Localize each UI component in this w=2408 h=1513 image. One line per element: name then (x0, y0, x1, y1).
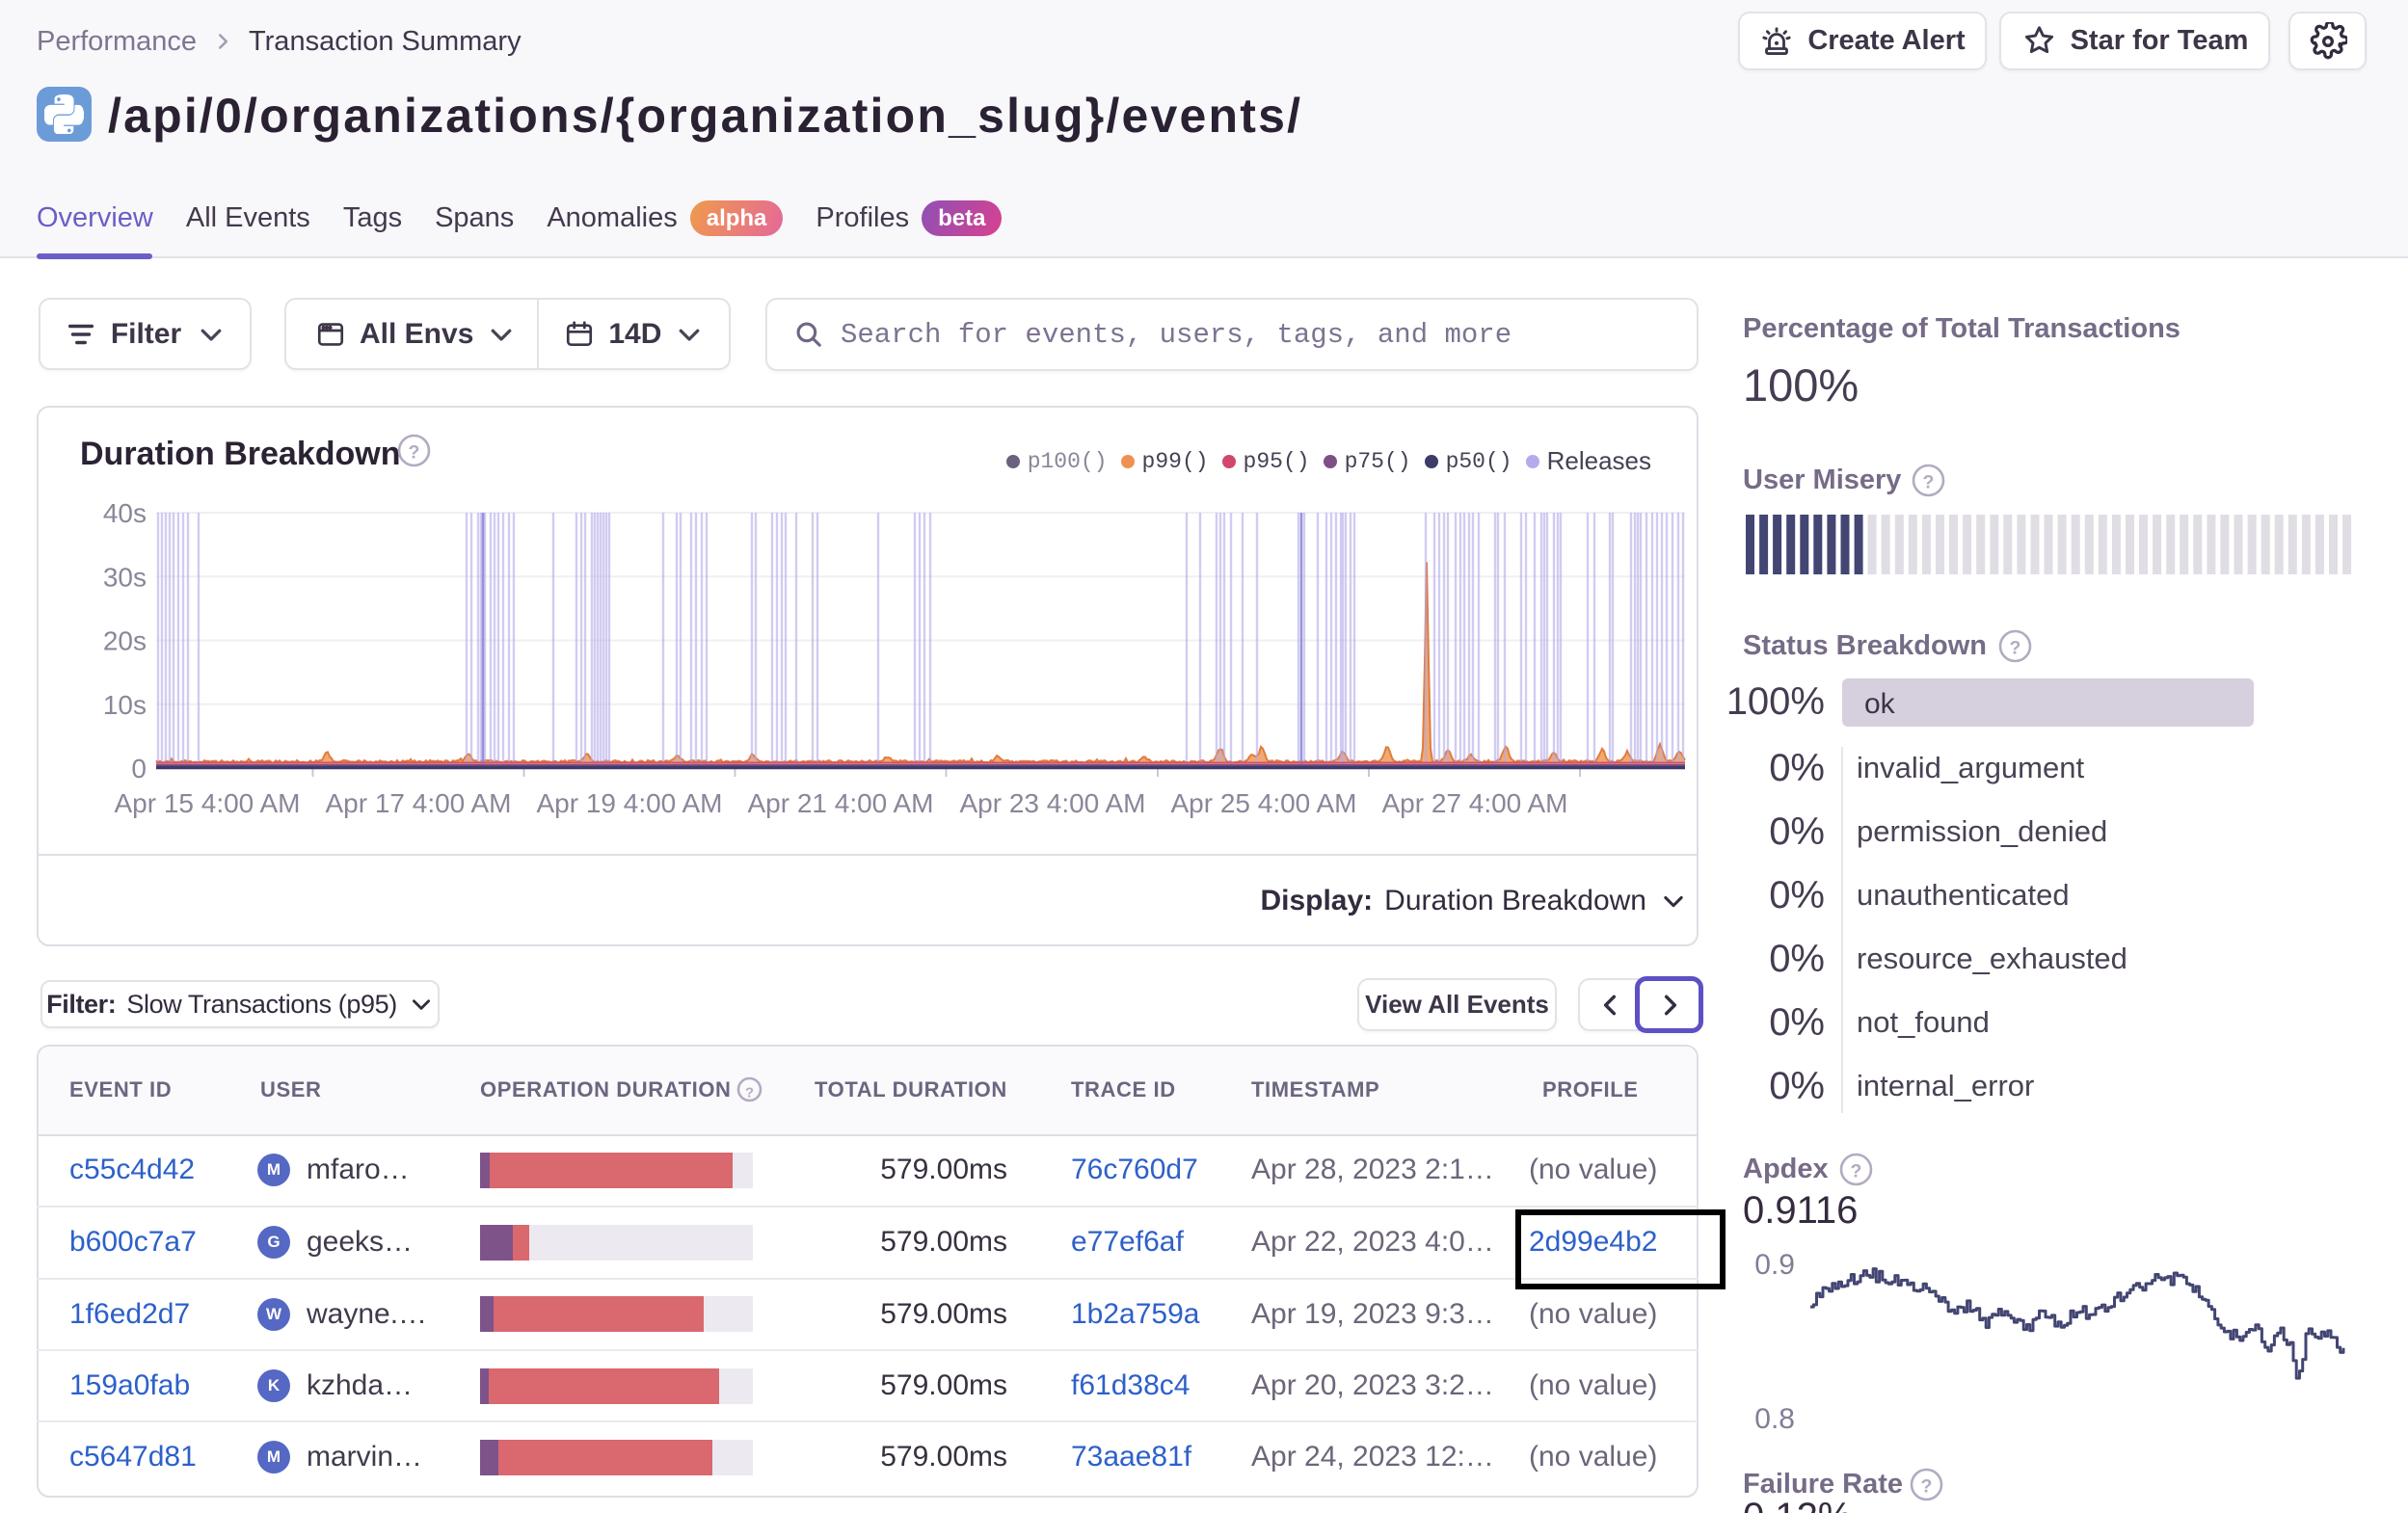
svg-text:0.8: 0.8 (1754, 1403, 1795, 1435)
svg-text:?: ? (1922, 471, 1934, 492)
svg-text:10s: 10s (103, 690, 147, 720)
svg-text:?: ? (2009, 637, 2020, 658)
svg-text:Apr 27 4:00 AM: Apr 27 4:00 AM (1381, 788, 1567, 818)
svg-text:?: ? (1920, 1475, 1932, 1497)
svg-text:30s: 30s (103, 562, 147, 592)
svg-text:0: 0 (131, 754, 147, 783)
svg-text:40s: 40s (103, 498, 147, 528)
svg-text:20s: 20s (103, 626, 147, 656)
svg-text:Apr 25 4:00 AM: Apr 25 4:00 AM (1170, 788, 1356, 818)
svg-text:Apr 15 4:00 AM: Apr 15 4:00 AM (114, 788, 300, 818)
svg-text:?: ? (744, 1085, 753, 1101)
svg-text:Apr 17 4:00 AM: Apr 17 4:00 AM (325, 788, 511, 818)
svg-text:?: ? (1850, 1160, 1861, 1181)
svg-text:?: ? (408, 441, 419, 463)
svg-text:Apr 23 4:00 AM: Apr 23 4:00 AM (959, 788, 1145, 818)
svg-text:0.9: 0.9 (1754, 1249, 1795, 1281)
svg-text:Apr 19 4:00 AM: Apr 19 4:00 AM (536, 788, 722, 818)
svg-text:Apr 21 4:00 AM: Apr 21 4:00 AM (747, 788, 933, 818)
